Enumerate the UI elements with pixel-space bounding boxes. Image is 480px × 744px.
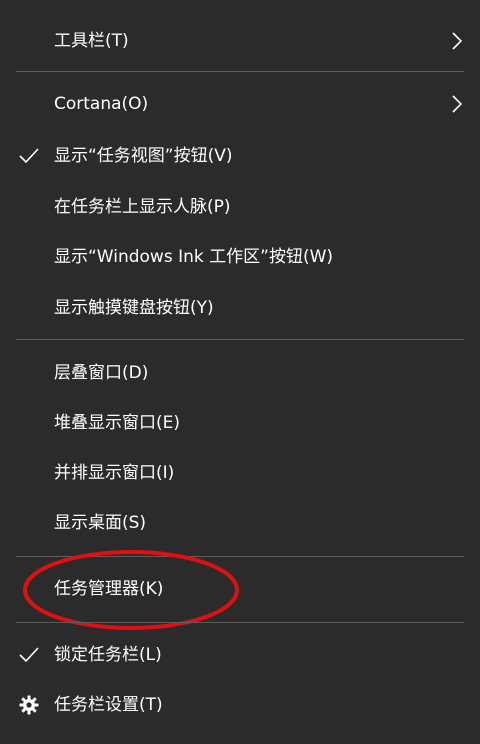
chevron-right-icon [452, 32, 463, 50]
menu-separator [16, 622, 464, 623]
menu-item-label: 显示“Windows Ink 工作区”按钮(W) [54, 247, 334, 267]
checkmark-icon [19, 647, 39, 663]
menu-item-show-task-view-button[interactable]: 显示“任务视图”按钮(V) [0, 131, 480, 181]
menu-item-label: 锁定任务栏(L) [54, 645, 162, 665]
menu-item-label: 堆叠显示窗口(E) [54, 413, 181, 433]
gear-icon [19, 695, 39, 715]
menu-item-side-by-side-windows[interactable]: 并排显示窗口(I) [0, 448, 480, 498]
menu-item-show-touch-keyboard-button[interactable]: 显示触摸键盘按钮(Y) [0, 283, 480, 333]
menu-item-label: 层叠窗口(D) [54, 363, 149, 383]
menu-item-cortana[interactable]: Cortana(O) [0, 79, 480, 129]
menu-item-show-windows-ink-button[interactable]: 显示“Windows Ink 工作区”按钮(W) [0, 232, 480, 282]
menu-item-label: 显示“任务视图”按钮(V) [54, 146, 233, 166]
menu-item-taskbar-settings[interactable]: 任务栏设置(T) [0, 680, 480, 730]
menu-item-task-manager[interactable]: 任务管理器(K) [0, 564, 480, 614]
menu-item-show-desktop[interactable]: 显示桌面(S) [0, 498, 480, 548]
menu-separator [16, 556, 464, 557]
menu-item-show-people[interactable]: 在任务栏上显示人脉(P) [0, 182, 480, 232]
menu-separator [16, 71, 464, 72]
menu-item-label: 在任务栏上显示人脉(P) [54, 197, 231, 217]
taskbar-context-menu: 工具栏(T) Cortana(O) 显示“任务视图”按钮(V) 在任务栏上显示人… [0, 0, 480, 744]
menu-item-label: 任务管理器(K) [54, 579, 164, 599]
menu-item-toolbars[interactable]: 工具栏(T) [0, 16, 480, 66]
chevron-right-icon [452, 95, 463, 113]
menu-item-label: 任务栏设置(T) [54, 695, 163, 715]
menu-item-label: Cortana(O) [54, 94, 149, 114]
checkmark-icon [19, 148, 39, 164]
menu-item-label: 显示触摸键盘按钮(Y) [54, 298, 214, 318]
menu-item-stack-windows[interactable]: 堆叠显示窗口(E) [0, 398, 480, 448]
menu-separator [16, 339, 464, 340]
menu-item-cascade-windows[interactable]: 层叠窗口(D) [0, 348, 480, 398]
menu-item-lock-taskbar[interactable]: 锁定任务栏(L) [0, 630, 480, 680]
menu-item-label: 工具栏(T) [54, 31, 129, 51]
menu-item-label: 显示桌面(S) [54, 513, 147, 533]
menu-item-label: 并排显示窗口(I) [54, 463, 175, 483]
